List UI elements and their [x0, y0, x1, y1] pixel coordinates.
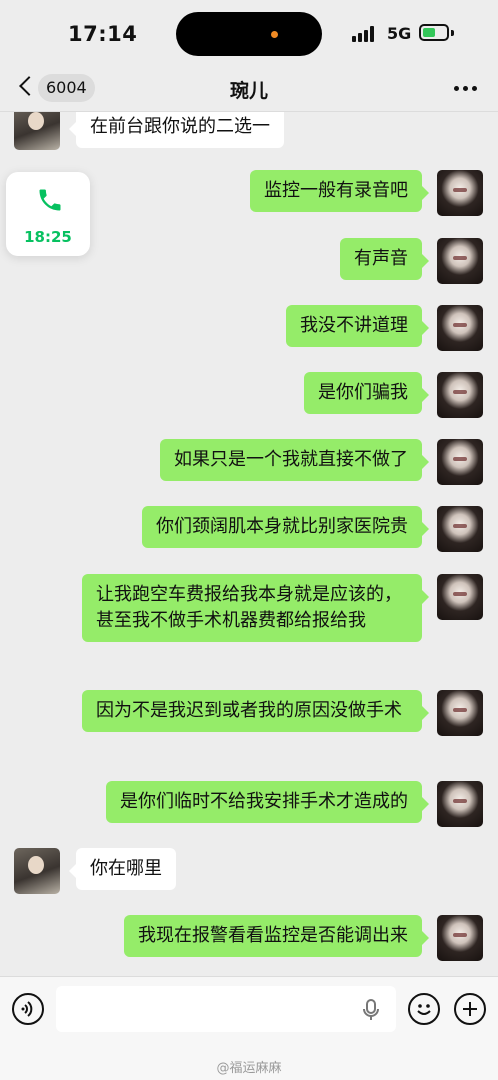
chat-title: 琬儿	[229, 80, 268, 102]
my-avatar[interactable]	[437, 305, 483, 351]
message-bubble-outgoing[interactable]: 是你们骗我	[304, 372, 429, 414]
status-bar: 17:14 5G	[0, 0, 498, 66]
ongoing-call-widget[interactable]: 18:25	[6, 172, 90, 256]
message-bubble-incoming[interactable]: 你在哪里	[69, 848, 176, 890]
recording-dot-icon	[271, 31, 278, 38]
contact-avatar[interactable]	[14, 112, 60, 150]
message-input[interactable]	[56, 986, 396, 1032]
message-bubble-outgoing[interactable]: 我现在报警看看监控是否能调出来	[124, 915, 429, 957]
watermark: @福运麻麻	[216, 1061, 282, 1076]
my-avatar[interactable]	[437, 781, 483, 827]
message-bubble-outgoing[interactable]: 因为不是我迟到或者我的原因没做手术	[82, 690, 429, 732]
status-time: 17:14	[68, 22, 138, 46]
signal-icon	[352, 26, 378, 42]
phone-icon	[39, 189, 61, 211]
message-bubble-outgoing[interactable]: 如果只是一个我就直接不做了	[160, 439, 429, 481]
my-avatar[interactable]	[437, 238, 483, 284]
call-duration: 18:25	[24, 228, 72, 246]
message-bubble-outgoing[interactable]: 有声音	[340, 238, 429, 280]
message-bubble-outgoing[interactable]: 我没不讲道理	[286, 305, 429, 347]
message-bubble-outgoing[interactable]: 是你们临时不给我安排手术才造成的	[106, 781, 429, 823]
my-avatar[interactable]	[437, 170, 483, 216]
my-avatar[interactable]	[437, 439, 483, 485]
battery-cap	[451, 30, 454, 36]
more-icon[interactable]	[454, 86, 478, 92]
message-bubble-incoming[interactable]: 在前台跟你说的二选一	[69, 112, 284, 148]
chat-header: 6004 琬儿	[0, 66, 498, 112]
my-avatar[interactable]	[437, 690, 483, 736]
message-bubble-outgoing[interactable]: 你们颈阔肌本身就比别家医院贵	[142, 506, 429, 548]
contact-avatar[interactable]	[14, 848, 60, 894]
my-avatar[interactable]	[437, 506, 483, 552]
plus-icon[interactable]	[454, 993, 486, 1025]
my-avatar[interactable]	[437, 372, 483, 418]
message-bubble-outgoing[interactable]: 让我跑空车费报给我本身就是应该的，甚至我不做手术机器费都给报给我	[82, 574, 429, 642]
emoji-icon[interactable]	[408, 993, 440, 1025]
mic-icon[interactable]	[362, 999, 380, 1021]
my-avatar[interactable]	[437, 915, 483, 961]
voice-icon[interactable]	[12, 993, 44, 1025]
dynamic-island	[176, 12, 322, 56]
input-bar: @福运麻麻	[0, 976, 498, 1080]
network-label: 5G	[387, 24, 412, 43]
battery-icon	[419, 24, 449, 41]
message-bubble-outgoing[interactable]: 监控一般有录音吧	[250, 170, 429, 212]
my-avatar[interactable]	[437, 574, 483, 620]
